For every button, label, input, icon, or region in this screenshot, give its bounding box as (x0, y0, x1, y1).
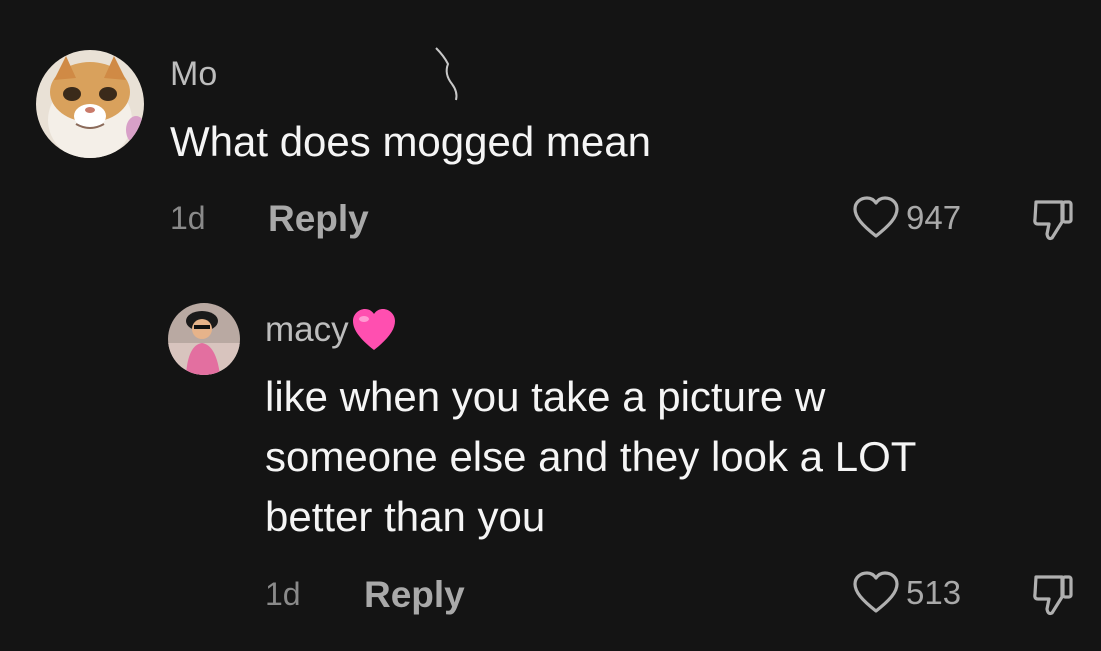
heart-outline-icon (853, 196, 899, 238)
pink-heart-emoji (352, 309, 395, 350)
comment-username[interactable]: Mo (170, 55, 217, 94)
like-count: 513 (906, 574, 962, 611)
username-row: macy (265, 308, 397, 352)
thumbs-down-icon[interactable] (1030, 571, 1076, 617)
like-button[interactable]: 947 (852, 196, 961, 240)
scribble-mark (435, 47, 458, 101)
reply-button[interactable]: Reply (364, 574, 465, 616)
comment-age: 1d (170, 200, 206, 236)
cat-avatar-image (36, 50, 144, 158)
girl-avatar-image (168, 303, 240, 375)
comment-username[interactable]: macy (265, 310, 349, 350)
thumbs-down-icon[interactable] (1030, 196, 1076, 242)
heart-outline-icon (853, 571, 899, 613)
comment-text-line: like when you take a picture w (265, 373, 826, 420)
comment-text-line: someone else and they look a LOT (265, 433, 917, 480)
comment-text: What does mogged mean (170, 118, 651, 165)
comment-age: 1d (265, 576, 301, 612)
like-button[interactable]: 513 (852, 571, 961, 615)
reply-button[interactable]: Reply (268, 198, 369, 240)
like-count: 947 (906, 199, 962, 236)
comment-text-line: better than you (265, 493, 546, 540)
comments-section: Mo What does mogged mean 1d Reply 947 ma… (0, 0, 1101, 651)
avatar[interactable] (168, 303, 240, 375)
avatar[interactable] (36, 50, 144, 158)
